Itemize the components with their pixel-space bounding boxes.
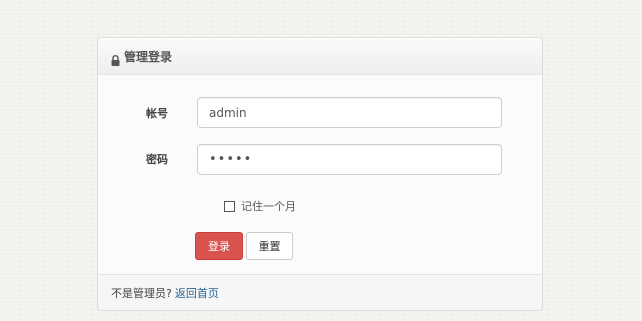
login-button[interactable]: 登录 [195,232,243,260]
not-admin-text: 不是管理员? [111,286,172,300]
username-label: 帐号 [146,107,168,120]
back-home-link[interactable]: 返回首页 [175,285,219,301]
panel-title: 管理登录 [124,49,173,64]
panel-footer: 不是管理员? 返回首页 [98,274,542,310]
remember-checkbox[interactable] [224,200,235,212]
panel-heading: 管理登录 [98,38,542,75]
lock-icon [111,51,120,66]
login-panel: 管理登录 帐号 密码 记住一个月 登录 重置 不是管理员? 返回首页 [97,37,543,311]
username-input[interactable] [197,97,502,128]
password-label: 密码 [146,153,168,166]
remember-row[interactable]: 记住一个月 [224,198,296,214]
remember-label[interactable]: 记住一个月 [241,198,296,214]
password-input[interactable] [197,144,502,175]
reset-button[interactable]: 重置 [246,232,293,260]
